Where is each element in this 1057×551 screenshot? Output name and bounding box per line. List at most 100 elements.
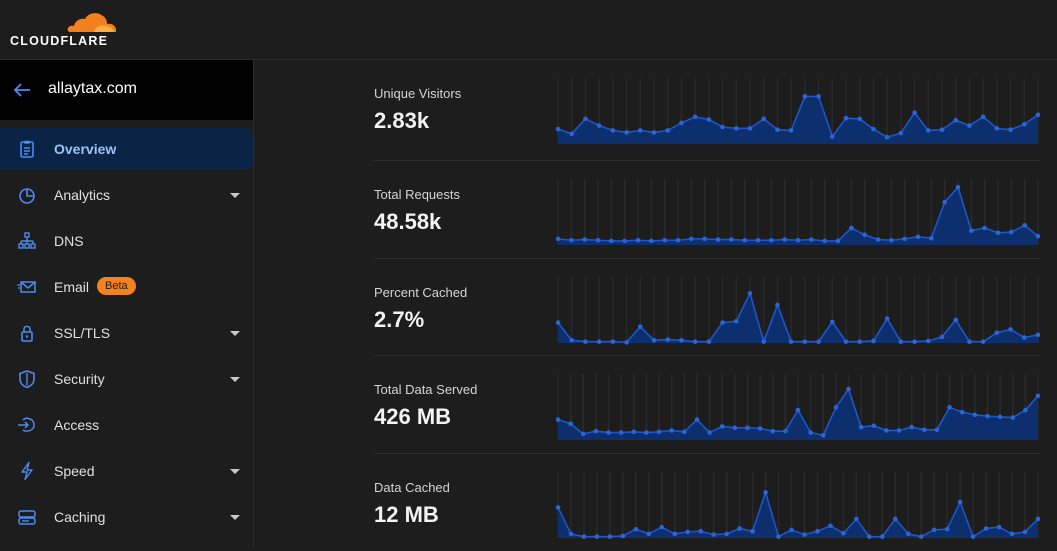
chevron-down-icon[interactable] (230, 193, 240, 198)
sparkline-point[interactable] (662, 237, 667, 243)
chevron-down-icon[interactable] (230, 377, 240, 382)
sparkline-point[interactable] (846, 386, 851, 392)
sparkline-point[interactable] (867, 534, 872, 539)
sparkline-point[interactable] (763, 490, 768, 495)
sparkline-chart[interactable] (556, 273, 1040, 347)
sparkline-point[interactable] (841, 530, 846, 536)
sparkline-point[interactable] (633, 526, 639, 532)
sparkline-point[interactable] (884, 316, 890, 321)
sparkline-point[interactable] (918, 534, 924, 539)
sparkline-point[interactable] (953, 117, 959, 123)
sparkline-point[interactable] (689, 236, 694, 242)
sparkline-point[interactable] (595, 237, 601, 243)
sparkline-point[interactable] (610, 339, 616, 344)
sparkline-point[interactable] (692, 339, 698, 344)
sparkline-point[interactable] (775, 127, 780, 133)
sparkline-point[interactable] (782, 237, 787, 242)
sparkline-point[interactable] (649, 238, 654, 244)
sparkline-point[interactable] (967, 123, 972, 128)
sparkline-point[interactable] (769, 237, 774, 243)
sparkline-point[interactable] (816, 94, 821, 99)
sparkline-point[interactable] (959, 409, 965, 415)
sparkline-point[interactable] (1021, 121, 1027, 127)
sparkline-point[interactable] (581, 534, 587, 539)
sparkline-point[interactable] (594, 534, 600, 539)
sparkline-point[interactable] (568, 531, 574, 537)
sparkline-point[interactable] (843, 339, 849, 344)
sparkline-point[interactable] (947, 405, 952, 410)
sparkline-point[interactable] (682, 429, 687, 435)
sparkline-point[interactable] (646, 531, 652, 537)
sparkline-point[interactable] (698, 528, 704, 534)
sparkline-point[interactable] (733, 126, 739, 131)
sparkline-point[interactable] (802, 339, 808, 344)
sparkline-point[interactable] (719, 424, 725, 429)
sparkline-point[interactable] (596, 339, 602, 344)
sparkline-chart[interactable] (556, 468, 1040, 542)
sidebar-item-email[interactable]: Email Beta (0, 266, 253, 308)
sparkline-point[interactable] (637, 324, 643, 329)
sparkline-point[interactable] (939, 127, 945, 133)
sparkline-point[interactable] (970, 534, 976, 539)
sparkline-point[interactable] (583, 116, 588, 122)
chevron-down-icon[interactable] (230, 331, 240, 336)
sparkline-point[interactable] (637, 128, 643, 133)
sparkline-point[interactable] (729, 237, 734, 242)
sparkline-point[interactable] (665, 337, 671, 342)
sparkline-point[interactable] (635, 237, 641, 243)
sparkline-point[interactable] (995, 230, 1001, 236)
sparkline-point[interactable] (829, 319, 835, 325)
sparkline-point[interactable] (702, 236, 707, 242)
sparkline-point[interactable] (939, 334, 945, 340)
sparkline-chart[interactable] (556, 74, 1040, 148)
sparkline-point[interactable] (747, 291, 753, 296)
sparkline-point[interactable] (789, 527, 794, 533)
sparkline-point[interactable] (1022, 222, 1027, 228)
sparkline-point[interactable] (755, 237, 761, 243)
sparkline-point[interactable] (580, 431, 586, 437)
sparkline-point[interactable] (802, 94, 808, 99)
sparkline-point[interactable] (707, 430, 712, 435)
sparkline-point[interactable] (953, 317, 959, 323)
sparkline-point[interactable] (607, 534, 613, 539)
sparkline-point[interactable] (912, 110, 917, 116)
sparkline-point[interactable] (569, 237, 574, 243)
sparkline-point[interactable] (761, 339, 767, 344)
sparkline-point[interactable] (996, 524, 1002, 530)
sparkline-point[interactable] (651, 130, 657, 135)
sparkline-point[interactable] (884, 134, 890, 140)
sparkline-point[interactable] (912, 339, 917, 344)
sparkline-point[interactable] (1008, 327, 1013, 332)
sparkline-point[interactable] (892, 516, 898, 522)
sparkline-point[interactable] (761, 116, 767, 122)
sparkline-point[interactable] (972, 412, 978, 418)
back-arrow-icon[interactable] (12, 82, 32, 98)
sparkline-point[interactable] (871, 126, 876, 132)
sidebar-item-security[interactable]: Security (0, 358, 253, 400)
sparkline-point[interactable] (720, 320, 725, 325)
sparkline-point[interactable] (871, 338, 876, 344)
sparkline-point[interactable] (929, 235, 934, 241)
sparkline-point[interactable] (711, 532, 716, 537)
sparkline-point[interactable] (659, 524, 665, 530)
sparkline-point[interactable] (672, 531, 678, 537)
sidebar-item-overview[interactable]: Overview (0, 128, 253, 170)
sparkline-point[interactable] (795, 407, 801, 413)
sparkline-point[interactable] (957, 499, 963, 505)
sidebar-item-access[interactable]: Access (0, 404, 253, 446)
sparkline-point[interactable] (624, 340, 629, 345)
sparkline-chart[interactable] (556, 370, 1040, 444)
sparkline-point[interactable] (582, 237, 587, 242)
sparkline-point[interactable] (822, 238, 827, 244)
sparkline-point[interactable] (898, 130, 904, 136)
sparkline-point[interactable] (745, 425, 750, 431)
sparkline-point[interactable] (620, 533, 626, 539)
sparkline-point[interactable] (750, 528, 755, 534)
sparkline-point[interactable] (909, 424, 914, 430)
sparkline-point[interactable] (884, 428, 889, 433)
sparkline-point[interactable] (569, 131, 575, 137)
sparkline-point[interactable] (922, 427, 927, 433)
sparkline-point[interactable] (596, 123, 602, 128)
sparkline-point[interactable] (583, 339, 588, 344)
sparkline-point[interactable] (931, 527, 937, 533)
